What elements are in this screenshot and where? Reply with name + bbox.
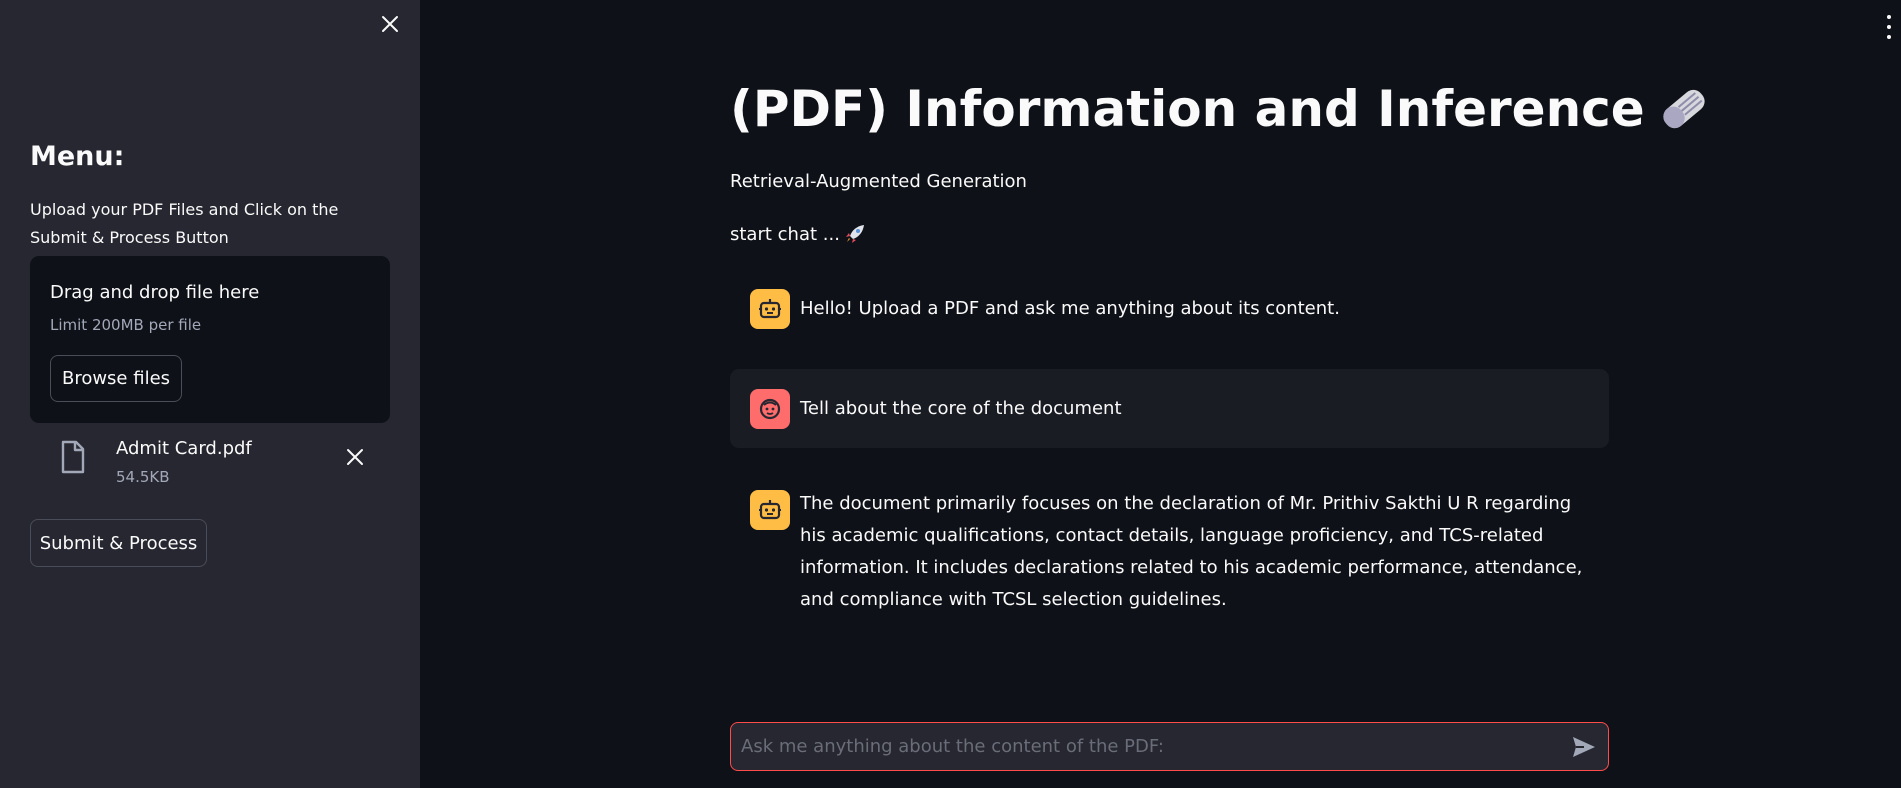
chat-message-assistant: The document primarily focuses on the de… bbox=[730, 488, 1609, 628]
user-avatar bbox=[750, 389, 790, 429]
menu-description: Upload your PDF Files and Click on the S… bbox=[30, 200, 339, 247]
file-size: 54.5KB bbox=[116, 468, 170, 486]
kebab-dot bbox=[1887, 25, 1891, 29]
kebab-dot bbox=[1887, 15, 1891, 19]
subtitle: Retrieval-Augmented Generation bbox=[730, 171, 1027, 192]
start-chat-text: start chat ... bbox=[730, 223, 840, 245]
face-icon bbox=[759, 398, 781, 420]
page-title-text: (PDF) Information and Inference bbox=[730, 80, 1645, 138]
file-name: Admit Card.pdf bbox=[116, 438, 252, 459]
assistant-avatar bbox=[750, 490, 790, 530]
file-dropzone[interactable]: Drag and drop file here Limit 200MB per … bbox=[30, 256, 390, 423]
assistant-avatar bbox=[750, 289, 790, 329]
start-chat-label: start chat ... bbox=[730, 223, 866, 245]
kebab-dot bbox=[1887, 35, 1891, 39]
send-button[interactable] bbox=[1571, 735, 1597, 759]
main-menu-button[interactable] bbox=[1884, 15, 1894, 39]
sidebar: Menu: Upload your PDF Files and Click on… bbox=[0, 0, 420, 788]
uploaded-file-item: Admit Card.pdf 54.5KB bbox=[30, 432, 390, 492]
page-title: (PDF) Information and Inference bbox=[730, 80, 1713, 138]
submit-process-button[interactable]: Submit & Process bbox=[30, 519, 207, 567]
menu-title: Menu: bbox=[30, 141, 125, 172]
newspaper-icon bbox=[1663, 89, 1705, 129]
send-icon bbox=[1573, 737, 1595, 757]
chat-input-container bbox=[730, 722, 1609, 771]
robot-icon bbox=[759, 500, 781, 520]
remove-file-button[interactable] bbox=[346, 448, 364, 470]
chat-input[interactable] bbox=[741, 723, 1541, 770]
close-sidebar-button[interactable] bbox=[378, 12, 402, 36]
chat-message-assistant: Hello! Upload a PDF and ask me anything … bbox=[730, 287, 1609, 331]
message-text: Hello! Upload a PDF and ask me anything … bbox=[800, 298, 1340, 319]
browse-files-button[interactable]: Browse files bbox=[50, 355, 182, 402]
message-text: The document primarily focuses on the de… bbox=[800, 493, 1583, 610]
chat-message-user: Tell about the core of the document bbox=[730, 369, 1609, 448]
file-icon bbox=[61, 440, 85, 474]
message-text: Tell about the core of the document bbox=[800, 398, 1122, 419]
dropzone-limit: Limit 200MB per file bbox=[50, 316, 202, 334]
robot-icon bbox=[759, 299, 781, 319]
close-icon bbox=[382, 16, 398, 32]
dropzone-title: Drag and drop file here bbox=[50, 282, 260, 303]
rocket-icon bbox=[845, 225, 864, 243]
close-icon bbox=[347, 449, 363, 465]
app-window: Menu: Upload your PDF Files and Click on… bbox=[0, 0, 1901, 788]
